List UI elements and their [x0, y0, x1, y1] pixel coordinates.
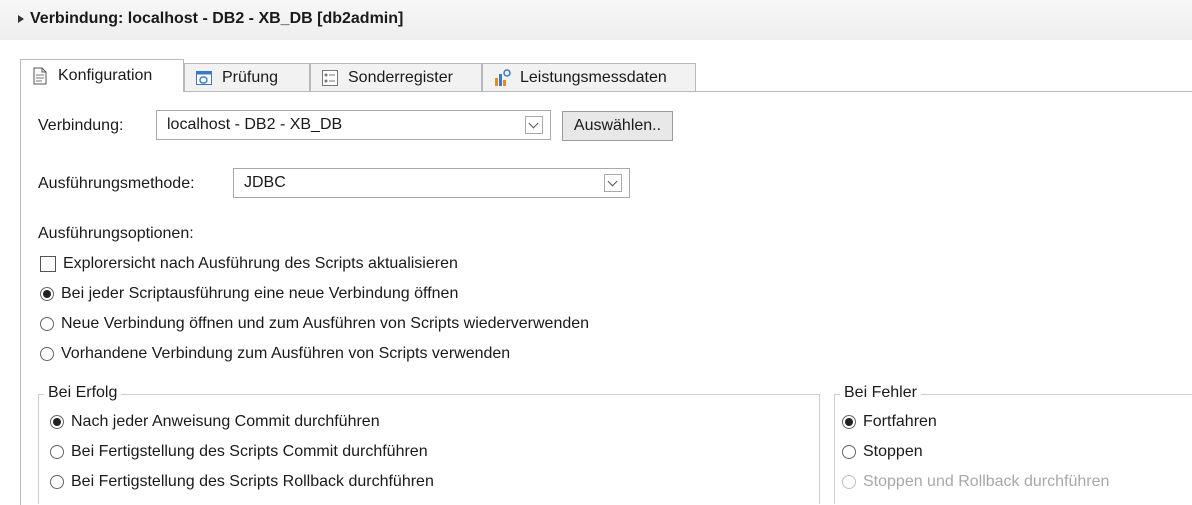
radio-button[interactable] [40, 317, 54, 331]
error-option-stop[interactable]: Stoppen [842, 443, 923, 461]
radio-label: Fortfahren [863, 413, 937, 430]
radio-button[interactable] [50, 415, 64, 429]
radio-button[interactable] [842, 445, 856, 459]
on-success-title: Bei Erfolg [44, 384, 122, 402]
radio-label: Bei Fertigstellung des Scripts Rollback … [71, 473, 434, 490]
connection-mode-existing[interactable]: Vorhandene Verbindung zum Ausführen von … [40, 345, 510, 363]
radio-label: Stoppen [863, 443, 923, 460]
radio-label: Vorhandene Verbindung zum Ausführen von … [61, 345, 511, 362]
radio-button[interactable] [50, 445, 64, 459]
performance-chart-icon [493, 68, 511, 87]
radio-button[interactable] [40, 347, 54, 361]
radio-label: Stoppen und Rollback durchführen [863, 473, 1110, 490]
connection-value: localhost - DB2 - XB_DB [167, 116, 343, 133]
tab-konfiguration[interactable]: Konfiguration [20, 59, 184, 92]
radio-button[interactable] [842, 415, 856, 429]
on-error-title: Bei Fehler [840, 384, 921, 402]
tab-label: Leistungsmessdaten [520, 68, 667, 86]
tab-pruefung[interactable]: Prüfung [184, 63, 310, 91]
refresh-explorer-checkbox[interactable]: Explorersicht nach Ausführung des Script… [40, 255, 458, 273]
document-icon [31, 67, 49, 85]
chevron-down-icon[interactable] [604, 174, 622, 192]
tab-label: Sonderregister [348, 68, 453, 86]
error-option-continue[interactable]: Fortfahren [842, 413, 937, 431]
select-connection-button[interactable]: Auswählen.. [562, 111, 673, 141]
radio-button [842, 475, 856, 489]
execution-method-combo[interactable]: JDBC [233, 168, 630, 198]
success-option-commit-end[interactable]: Bei Fertigstellung des Scripts Commit du… [50, 443, 428, 461]
radio-label: Bei Fertigstellung des Scripts Commit du… [71, 443, 428, 460]
error-option-stop-rollback: Stoppen und Rollback durchführen [842, 473, 1109, 491]
tab-label: Prüfung [222, 68, 279, 86]
checkbox-label: Explorersicht nach Ausführung des Script… [63, 255, 458, 272]
checkbox[interactable] [40, 256, 56, 272]
validation-icon [195, 69, 213, 87]
radio-label: Nach jeder Anweisung Commit durchführen [71, 413, 380, 430]
editor-header: Verbindung: localhost - DB2 - XB_DB [db2… [0, 0, 1192, 40]
success-option-rollback-end[interactable]: Bei Fertigstellung des Scripts Rollback … [50, 473, 434, 491]
execution-options-label: Ausführungsoptionen: [38, 225, 194, 242]
execution-method-value: JDBC [244, 174, 286, 191]
register-list-icon [321, 69, 339, 87]
radio-button[interactable] [50, 475, 64, 489]
connection-mode-new-each[interactable]: Bei jeder Scriptausführung eine neue Ver… [40, 285, 458, 303]
tab-label: Konfiguration [58, 67, 153, 84]
radio-label: Neue Verbindung öffnen und zum Ausführen… [61, 315, 590, 332]
connection-label: Verbindung: [38, 117, 124, 134]
radio-button[interactable] [40, 287, 54, 301]
tab-sonderregister[interactable]: Sonderregister [310, 63, 482, 91]
connection-header-title: Verbindung: localhost - DB2 - XB_DB [db2… [30, 10, 404, 27]
tab-leistungsmessdaten[interactable]: Leistungsmessdaten [482, 63, 696, 91]
execution-method-label: Ausführungsmethode: [38, 175, 195, 192]
connection-mode-reuse[interactable]: Neue Verbindung öffnen und zum Ausführen… [40, 315, 589, 333]
radio-label: Bei jeder Scriptausführung eine neue Ver… [61, 285, 459, 302]
success-option-commit-each[interactable]: Nach jeder Anweisung Commit durchführen [50, 413, 380, 431]
connection-combo[interactable]: localhost - DB2 - XB_DB [156, 110, 551, 140]
chevron-down-icon[interactable] [525, 116, 543, 134]
expand-arrow-icon[interactable] [18, 15, 24, 23]
